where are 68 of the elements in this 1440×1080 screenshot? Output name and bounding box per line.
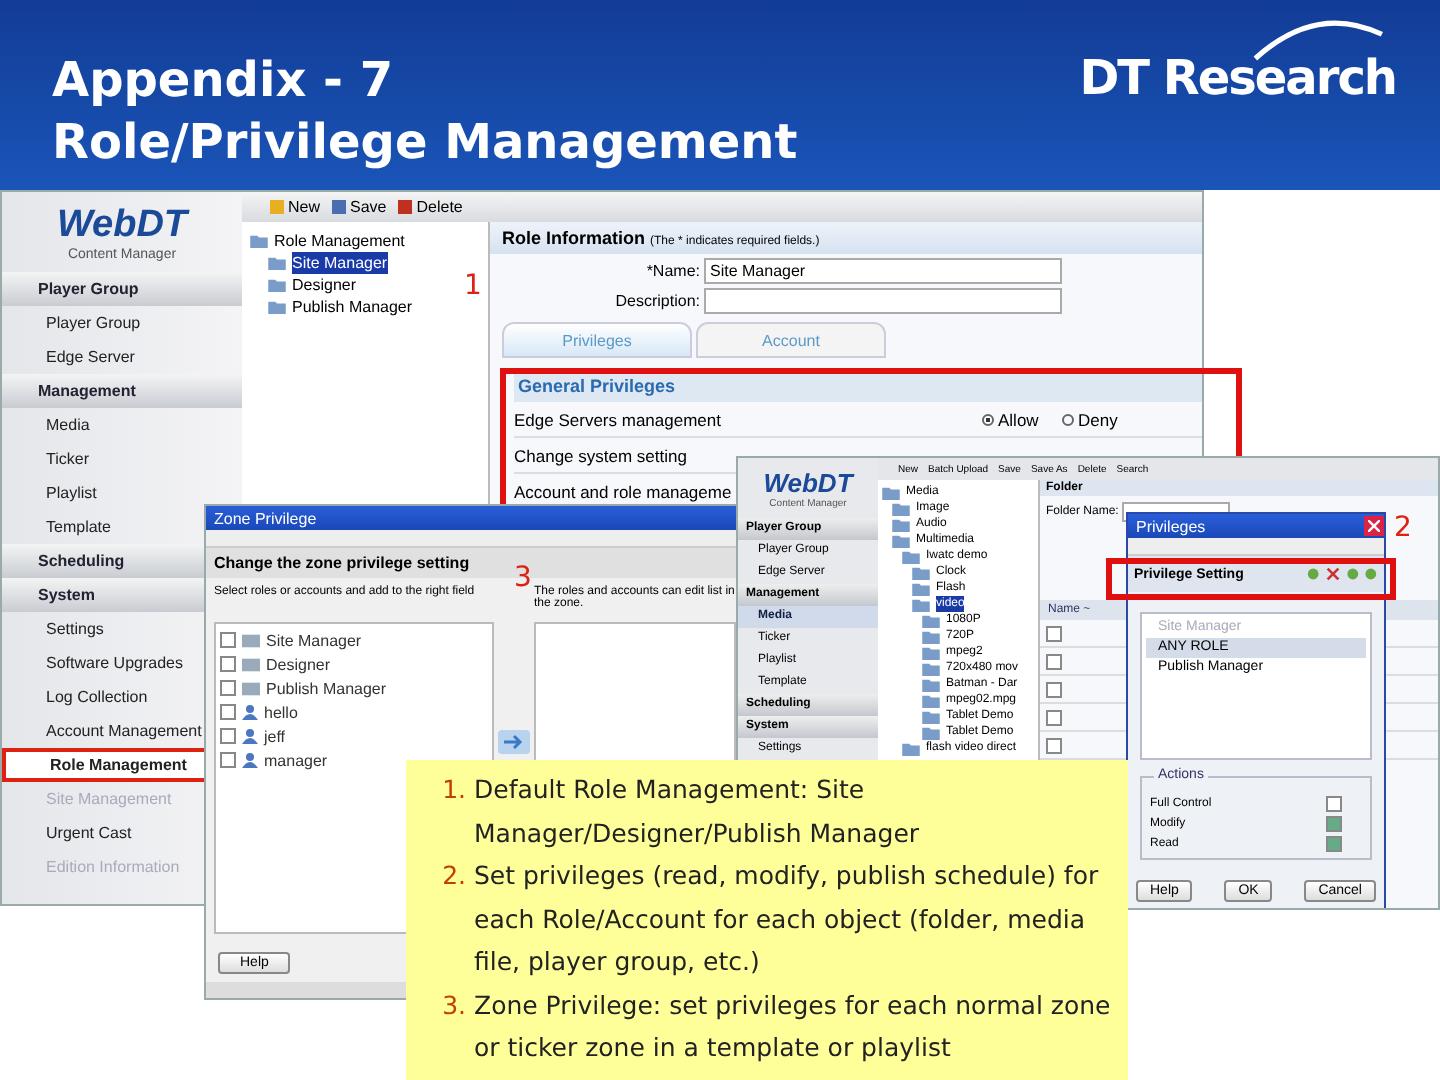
action-icons[interactable] [1306,566,1378,582]
user-icon [242,704,258,720]
checkbox[interactable] [1046,682,1062,698]
callout-number: 1 [464,270,482,302]
note-text: Default Role Management: Site Manager/Designer/Publish Manager [474,772,922,852]
list-item[interactable]: Publish Manager [266,679,387,697]
field-label: *Name: [644,262,702,280]
privilege-label: Edge Servers management [514,409,721,429]
note-number: 1. [440,772,468,808]
checkbox[interactable] [220,632,236,648]
callout-number: 3 [514,562,532,594]
checkbox[interactable] [1326,796,1342,812]
checkbox[interactable] [220,704,236,720]
slide-title: Appendix - 7 [52,50,396,112]
privilege-label: Change system setting [514,445,687,465]
toolbar-button[interactable]: Save [332,198,387,216]
checkbox[interactable] [220,680,236,696]
tree-item[interactable]: Publish Manager [292,296,413,318]
checkbox[interactable] [1046,710,1062,726]
text-field[interactable]: Site Manager [704,258,1062,284]
user-icon [242,752,258,768]
radio-option[interactable]: Deny [1062,409,1142,429]
sidebar-item[interactable]: Player Group [2,306,242,340]
sidebar-item[interactable]: Ticker [2,442,242,476]
app-logo: WebDT [56,203,188,247]
tree-item[interactable]: Designer [292,274,357,296]
sidebar-item[interactable]: Edge Server [2,340,242,374]
checkbox[interactable] [1326,836,1342,852]
radio-icon[interactable] [1062,413,1074,425]
checkbox[interactable] [220,728,236,744]
tree-item[interactable]: Site Manager [292,252,388,274]
checkbox[interactable] [1046,654,1062,670]
window-title: Zone Privilege [214,509,317,527]
window-title: Privileges [1136,517,1206,535]
close-button[interactable] [1364,516,1384,536]
section-title: Role Information [502,228,645,248]
radio-option[interactable]: Allow [982,409,1062,429]
sidebar-item[interactable]: Playlist [2,476,242,510]
list-item[interactable]: Site Manager [266,631,362,649]
list-item[interactable]: hello [264,703,298,721]
text-field[interactable] [704,288,1062,314]
radio-icon[interactable] [982,413,994,425]
checkbox[interactable] [220,656,236,672]
sidebar-section-header[interactable]: Management [2,374,242,408]
note-number: 3. [440,987,468,1023]
sidebar-item[interactable]: Media [2,408,242,442]
list-item[interactable]: Designer [266,655,331,673]
checkbox[interactable] [220,752,236,768]
note-text: Set privileges (read, modify, publish schedule) for each Role/Account for each object (folder, media file, player group, etc.) [474,858,1101,980]
tree-item[interactable]: Role Management [274,230,405,252]
app-logo: WebDT [763,467,853,497]
checkbox[interactable] [1046,738,1062,754]
note-number: 2. [440,858,468,894]
checkbox[interactable] [1326,816,1342,832]
list-item[interactable]: jeff [264,727,286,745]
note-text: Zone Privilege: set privileges for each normal zone or ticker zone in a template or playlist [474,987,1112,1066]
field-label: Description: [613,292,702,310]
sidebar-section-header[interactable]: Player Group [2,272,242,306]
toolbar-button[interactable]: New [270,198,321,216]
callout-number: 2 [1394,512,1412,544]
toolbar-button[interactable]: Delete [398,198,463,216]
slide-title: Role/Privilege Management [52,112,798,174]
checkbox[interactable] [1046,626,1062,642]
privilege-label: Account and role manageme [514,481,732,501]
user-icon [242,728,258,744]
company-logo: DT Research [1079,50,1396,106]
list-item[interactable]: manager [264,751,328,769]
add-arrow-button[interactable] [498,730,530,754]
